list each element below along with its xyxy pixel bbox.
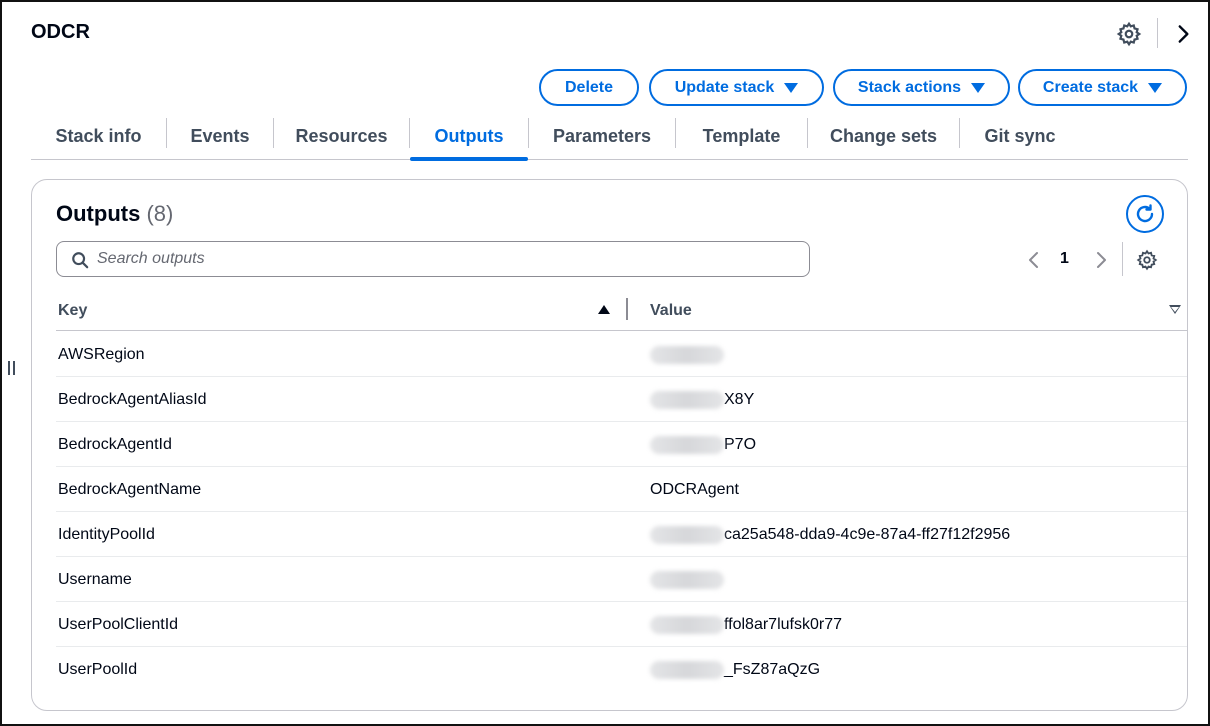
caret-down-icon (1148, 82, 1163, 93)
table-row: BedrockAgentName ODCRAgent (56, 467, 1187, 512)
stack-actions-button[interactable]: Stack actions (833, 69, 1010, 106)
gear-icon[interactable] (1116, 21, 1142, 47)
caret-down-icon (784, 82, 799, 93)
tab-template[interactable]: Template (676, 114, 807, 159)
output-key: BedrockAgentId (58, 436, 172, 453)
output-key: AWSRegion (58, 346, 145, 363)
search-input[interactable] (97, 244, 797, 274)
stack-tabs: Stack info Events Resources Outputs Para… (31, 114, 1188, 161)
redacted-value (650, 616, 724, 634)
output-key: BedrockAgentName (58, 481, 202, 498)
output-value-text: ODCRAgent (650, 481, 739, 498)
table-row: BedrockAgentId P7O (56, 422, 1187, 467)
table-row: Username (56, 557, 1187, 602)
sort-ascending-icon[interactable] (598, 305, 610, 314)
search-outputs-field[interactable] (56, 241, 810, 277)
chevron-right-icon[interactable] (1170, 21, 1196, 47)
output-value-text: _FsZ87aQzG (724, 661, 821, 678)
output-value: ODCRAgent (650, 481, 739, 499)
output-value-text: X8Y (724, 391, 755, 408)
output-value: _FsZ87aQzG (650, 661, 820, 679)
delete-button-label: Delete (564, 78, 614, 96)
pagination-divider (1122, 242, 1123, 276)
outputs-count: (8) (146, 201, 174, 226)
output-key: BedrockAgentAliasId (58, 391, 207, 408)
output-value (650, 571, 724, 589)
caret-down-icon (971, 82, 986, 93)
stack-detail-window: ODCR Delete Update stack Stack actions C… (0, 0, 1210, 726)
create-stack-button-label: Create stack (1042, 78, 1139, 96)
redacted-value (650, 436, 724, 454)
outputs-heading-text: Outputs (56, 201, 141, 226)
outputs-panel: Outputs (8) 1 (31, 179, 1188, 711)
page-title: ODCR (31, 21, 90, 43)
table-row: IdentityPoolId ca25a548-dda9-4c9e-87a4-f… (56, 512, 1187, 557)
output-value-text: ffol8ar7lufsk0r77 (724, 616, 842, 633)
table-header-rule (56, 330, 1187, 331)
redacted-value (650, 346, 724, 364)
update-stack-button-label: Update stack (674, 78, 775, 96)
delete-button[interactable]: Delete (539, 69, 639, 106)
tab-parameters[interactable]: Parameters (529, 114, 675, 159)
stack-actions-button-label: Stack actions (857, 78, 962, 96)
chevron-right-icon[interactable] (1093, 250, 1109, 270)
tab-outputs[interactable]: Outputs (410, 114, 528, 161)
output-value-text: ca25a548-dda9-4c9e-87a4-ff27f12f2956 (724, 526, 1011, 543)
search-icon (72, 252, 89, 269)
table-row: UserPoolId _FsZ87aQzG (56, 647, 1187, 692)
refresh-icon (1136, 204, 1154, 223)
column-header-key[interactable]: Key (58, 302, 87, 320)
tab-change-sets[interactable]: Change sets (808, 114, 959, 159)
redacted-value (650, 526, 724, 544)
output-key: Username (58, 571, 132, 588)
output-key: UserPoolClientId (58, 616, 179, 633)
create-stack-button[interactable]: Create stack (1018, 69, 1187, 106)
table-row: BedrockAgentAliasId X8Y (56, 377, 1187, 422)
tab-resources[interactable]: Resources (274, 114, 409, 159)
gear-icon[interactable] (1136, 249, 1158, 271)
column-resizer[interactable] (626, 298, 628, 320)
page-number-1[interactable]: 1 (1060, 250, 1069, 268)
redacted-value (650, 661, 724, 679)
outputs-heading: Outputs (8) (56, 201, 173, 227)
column-header-value[interactable]: Value (650, 302, 692, 320)
redacted-value (650, 571, 724, 589)
header-divider (1157, 18, 1158, 48)
table-row: UserPoolClientId ffol8ar7lufsk0r77 (56, 602, 1187, 647)
output-value-text: P7O (724, 436, 757, 453)
output-value: P7O (650, 436, 756, 454)
redacted-value (650, 391, 724, 409)
update-stack-button[interactable]: Update stack (649, 69, 824, 106)
output-key: IdentityPoolId (58, 526, 155, 543)
output-key: UserPoolId (58, 661, 138, 678)
table-row: AWSRegion (56, 332, 1187, 377)
chevron-left-icon[interactable] (1026, 250, 1042, 270)
refresh-button[interactable] (1126, 195, 1164, 233)
sort-descending-icon[interactable] (1169, 305, 1181, 314)
output-value (650, 346, 724, 364)
tab-git-sync[interactable]: Git sync (960, 114, 1080, 159)
tab-events[interactable]: Events (167, 114, 273, 159)
output-value: X8Y (650, 391, 754, 409)
tab-stack-info[interactable]: Stack info (31, 114, 166, 159)
output-value: ca25a548-dda9-4c9e-87a4-ff27f12f2956 (650, 526, 1010, 544)
resize-handle-icon[interactable] (6, 360, 18, 376)
output-value: ffol8ar7lufsk0r77 (650, 616, 842, 634)
